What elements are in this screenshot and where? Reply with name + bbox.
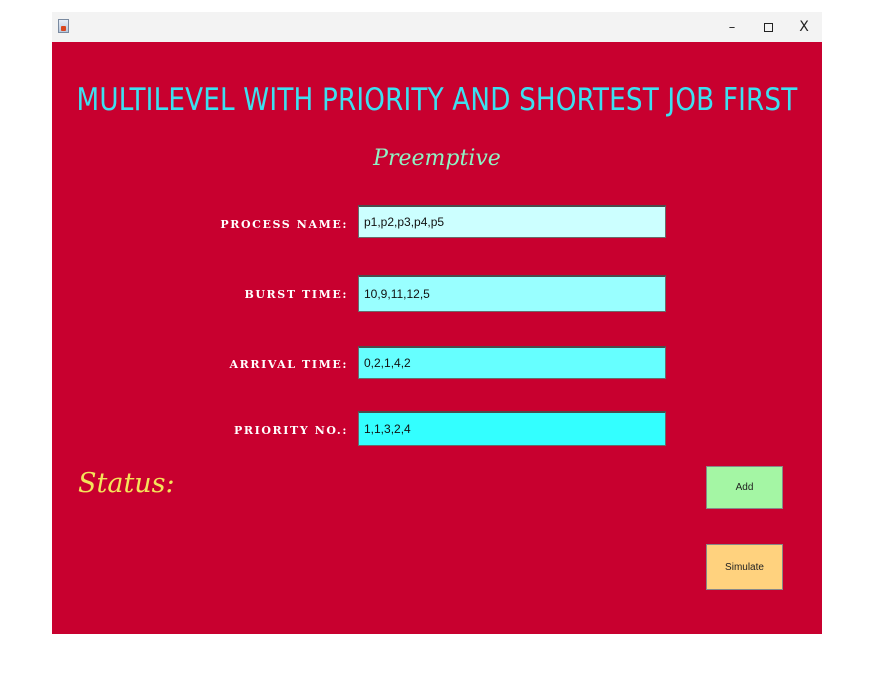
maximize-button[interactable]	[750, 12, 786, 42]
add-button[interactable]: Add	[706, 466, 783, 509]
priority-no-input[interactable]	[358, 411, 666, 446]
maximize-icon	[763, 22, 773, 32]
arrival-time-input[interactable]	[358, 346, 666, 379]
main-panel: MULTILEVEL WITH PRIORITY AND SHORTEST JO…	[52, 46, 822, 634]
close-button[interactable]: X	[786, 12, 822, 42]
status-label: Status:	[78, 468, 175, 499]
app-window: – X MULTILEVEL WITH PRIORITY AND SHORTES…	[52, 12, 822, 634]
simulate-button[interactable]: Simulate	[706, 544, 783, 590]
burst-time-label: BURST TIME:	[244, 288, 348, 301]
priority-no-label: PRIORITY NO.:	[234, 424, 348, 437]
page-subtitle: Preemptive	[373, 146, 501, 171]
burst-time-input[interactable]	[358, 275, 666, 312]
arrival-time-label: ARRIVAL TIME:	[229, 358, 348, 371]
process-name-input[interactable]	[358, 205, 666, 238]
process-name-label: PROCESS NAME:	[220, 218, 348, 231]
page-title: MULTILEVEL WITH PRIORITY AND SHORTEST JO…	[76, 82, 798, 118]
title-bar: – X	[52, 12, 822, 42]
minimize-button[interactable]: –	[714, 12, 750, 42]
java-app-icon	[58, 19, 69, 33]
